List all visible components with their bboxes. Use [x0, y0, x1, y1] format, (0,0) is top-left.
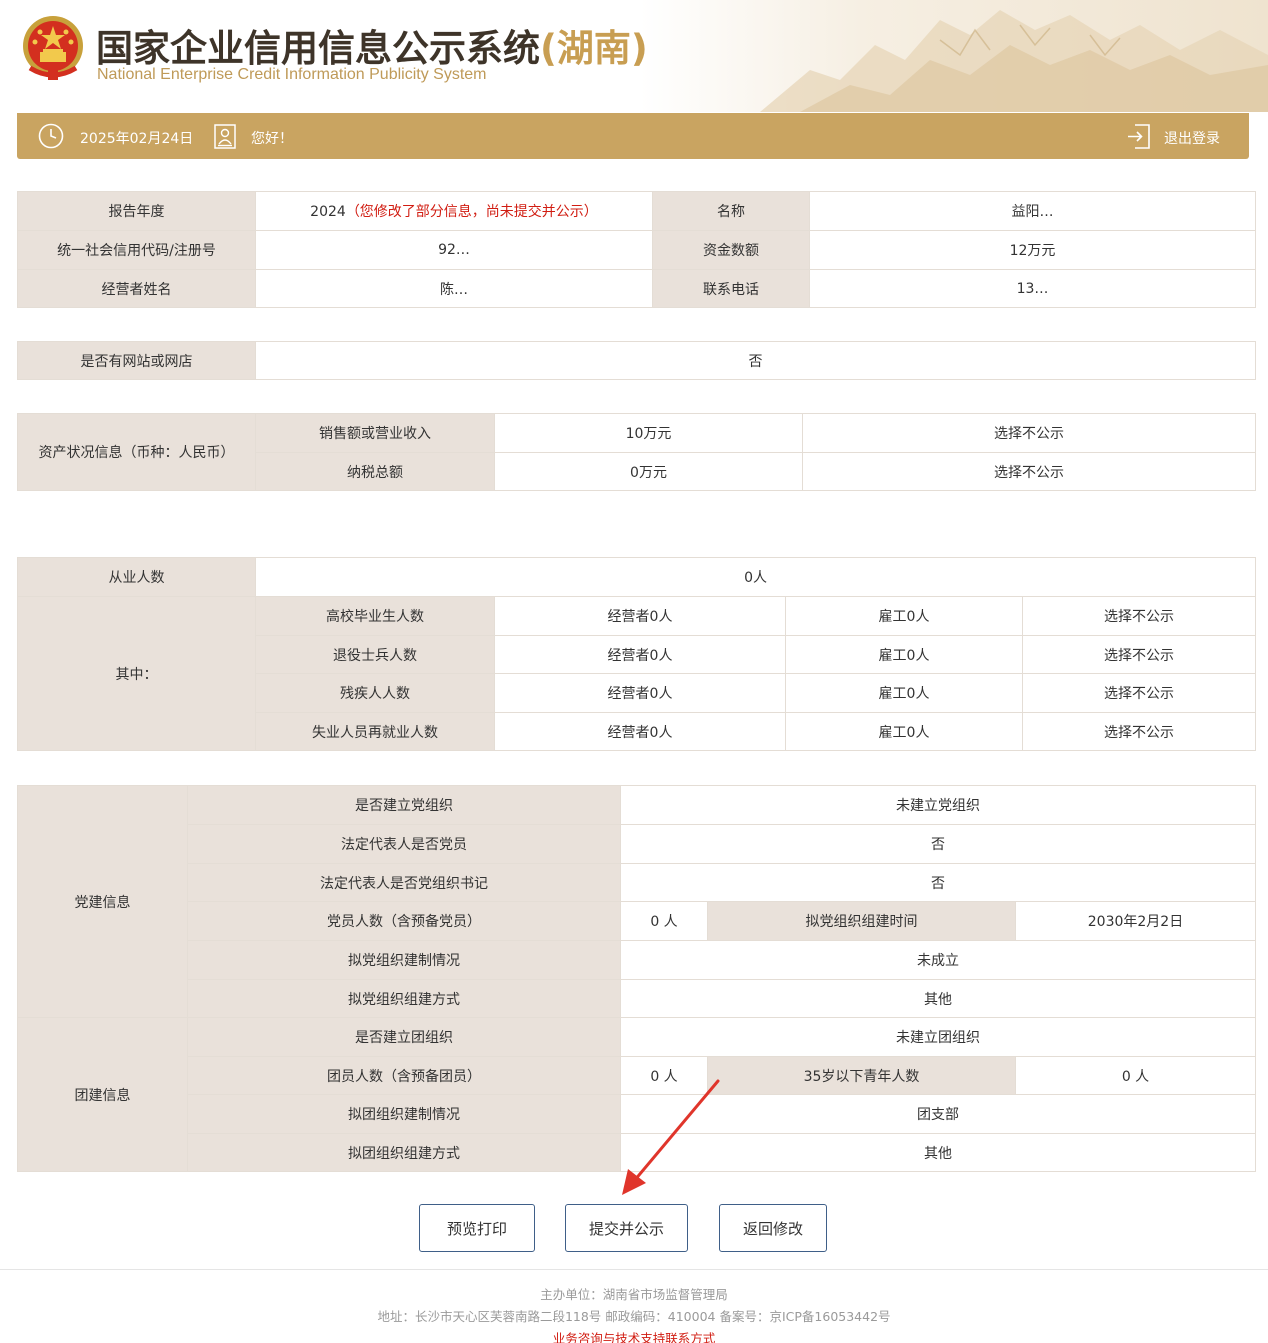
party-plan-method-label: 拟党组织组建方式 — [187, 979, 621, 1018]
employee-row-employee: 雇工0人 — [785, 673, 1023, 713]
user-card-icon — [214, 124, 236, 149]
site-title-province: (湖南) — [540, 27, 648, 70]
employee-total-label: 从业人数 — [17, 557, 256, 597]
rep-party-secretary-label: 法定代表人是否党组织书记 — [187, 863, 621, 902]
league-members-value: 0 人 — [620, 1056, 708, 1095]
assets-row-label: 纳税总额 — [255, 452, 495, 491]
employee-row-operator: 经营者0人 — [494, 673, 786, 713]
employee-total-value: 0人 — [254, 557, 1257, 597]
national-emblem-icon — [23, 16, 83, 80]
footer-sponsor: 主办单位：湖南省市场监督管理局 — [540, 1287, 728, 1302]
greeting-text: 您好！ — [251, 131, 293, 147]
assets-row-label: 销售额或营业收入 — [255, 413, 495, 453]
party-plan-time-label: 拟党组织组建时间 — [707, 901, 1016, 941]
employee-row-operator: 经营者0人 — [494, 712, 786, 751]
site-title-english: National Enterprise Credit Information P… — [97, 66, 487, 83]
site-title-main: 国家企业信用信息公示系统 — [96, 27, 540, 70]
basic-info-table: 报告年度 2024（您修改了部分信息，尚未提交并公示） 名称 益阳… 统一社会信… — [17, 191, 1256, 308]
credit-code-value: 92… — [255, 230, 653, 270]
report-year-cell: 2024（您修改了部分信息，尚未提交并公示） — [255, 191, 653, 231]
assets-section-label: 资产状况信息（币种：人民币） — [17, 413, 256, 491]
league-plan-method-value: 其他 — [620, 1133, 1256, 1172]
party-members-value: 0 人 — [620, 901, 708, 941]
assets-row-value: 0万元 — [494, 452, 803, 491]
footer-support: 业务咨询与技术支持联系方式 — [0, 1328, 1268, 1343]
party-members-label: 党员人数（含预备党员） — [187, 901, 621, 941]
name-value: 益阳… — [809, 191, 1256, 231]
preview-print-button[interactable]: 预览打印 — [419, 1204, 535, 1252]
league-members-label: 团员人数（含预备团员） — [187, 1056, 621, 1095]
league-plan-type-value: 团支部 — [620, 1094, 1256, 1134]
youth-count-value: 0 人 — [1015, 1056, 1256, 1095]
league-plan-type-label: 拟团组织建制情况 — [187, 1094, 621, 1134]
support-contact-link[interactable]: 业务咨询与技术支持联系方式 — [553, 1331, 716, 1343]
employee-row-visibility: 选择不公示 — [1021, 596, 1257, 636]
rep-party-member-value: 否 — [620, 824, 1256, 864]
phone-label: 联系电话 — [652, 269, 810, 308]
employee-row-visibility: 选择不公示 — [1021, 673, 1257, 713]
party-plan-time-value: 2030年2月2日 — [1015, 901, 1256, 941]
user-status-bar: 2025年02月24日 您好！ 退出登录 — [17, 113, 1249, 159]
employee-row-employee: 雇工0人 — [785, 635, 1023, 674]
report-year-value: 2024 — [310, 204, 346, 220]
party-plan-type-value: 未成立 — [620, 940, 1256, 980]
employees-table: 从业人数 0人 其中： 高校毕业生人数 经营者0人 雇工0人 选择不公示 退役士… — [17, 557, 1257, 751]
employee-row-visibility: 选择不公示 — [1021, 712, 1257, 751]
capital-value: 12万元 — [809, 230, 1256, 270]
employee-row-operator: 经营者0人 — [494, 635, 786, 674]
youth-count-label: 35岁以下青年人数 — [707, 1056, 1016, 1095]
site-title: 国家企业信用信息公示系统(湖南) — [96, 18, 648, 72]
assets-row-value: 10万元 — [494, 413, 803, 453]
party-established-value: 未建立党组织 — [620, 785, 1256, 825]
employee-row-operator: 经营者0人 — [494, 596, 786, 636]
employee-row-employee: 雇工0人 — [785, 712, 1023, 751]
unsubmitted-warning: （您修改了部分信息，尚未提交并公示） — [345, 204, 598, 220]
employee-row-label: 退役士兵人数 — [255, 635, 495, 674]
footer-address: 地址：长沙市天心区芙蓉南路二段118号 邮政编码：410004 备案号：京ICP… — [377, 1309, 891, 1324]
credit-code-label: 统一社会信用代码/注册号 — [17, 230, 256, 270]
assets-row-visibility: 选择不公示 — [802, 413, 1256, 453]
site-header: 国家企业信用信息公示系统(湖南) National Enterprise Cre… — [0, 0, 1268, 112]
operator-name-label: 经营者姓名 — [17, 269, 256, 308]
employee-row-visibility: 选择不公示 — [1021, 635, 1257, 674]
clock-icon — [38, 123, 64, 149]
party-section-label: 党建信息 — [17, 785, 188, 1018]
party-plan-type-label: 拟党组织建制情况 — [187, 940, 621, 980]
logout-link[interactable]: 退出登录 — [1164, 128, 1220, 148]
league-section-label: 团建信息 — [17, 1017, 188, 1172]
website-label: 是否有网站或网店 — [17, 341, 256, 380]
employee-row-label: 高校毕业生人数 — [255, 596, 495, 636]
operator-name-value: 陈… — [255, 269, 653, 308]
employee-row-label: 失业人员再就业人数 — [255, 712, 495, 751]
footer-divider — [0, 1269, 1268, 1270]
back-edit-button[interactable]: 返回修改 — [719, 1204, 827, 1252]
party-league-table: 党建信息 是否建立党组织 未建立党组织 法定代表人是否党员 否 法定代表人是否党… — [17, 785, 1256, 1172]
phone-value: 13… — [809, 269, 1256, 308]
employee-row-employee: 雇工0人 — [785, 596, 1023, 636]
party-plan-method-value: 其他 — [620, 979, 1256, 1018]
league-plan-method-label: 拟团组织组建方式 — [187, 1133, 621, 1172]
assets-table: 资产状况信息（币种：人民币） 销售额或营业收入 10万元 选择不公示 纳税总额 … — [17, 413, 1256, 491]
capital-label: 资金数额 — [652, 230, 810, 270]
submit-publish-button[interactable]: 提交并公示 — [565, 1204, 688, 1252]
league-established-value: 未建立团组织 — [620, 1017, 1256, 1057]
rep-party-secretary-value: 否 — [620, 863, 1256, 902]
website-table: 是否有网站或网店 否 — [17, 341, 1256, 380]
employee-breakdown-label: 其中： — [17, 596, 256, 751]
mountain-landscape-art — [640, 0, 1268, 112]
current-date: 2025年02月24日 — [80, 131, 194, 147]
party-established-label: 是否建立党组织 — [187, 785, 621, 825]
rep-party-member-label: 法定代表人是否党员 — [187, 824, 621, 864]
assets-row-visibility: 选择不公示 — [802, 452, 1256, 491]
name-label: 名称 — [652, 191, 810, 231]
employee-row-label: 残疾人人数 — [255, 673, 495, 713]
website-value: 否 — [255, 341, 1256, 380]
logout-icon[interactable] — [1127, 124, 1151, 149]
league-established-label: 是否建立团组织 — [187, 1017, 621, 1057]
report-year-label: 报告年度 — [17, 191, 256, 231]
